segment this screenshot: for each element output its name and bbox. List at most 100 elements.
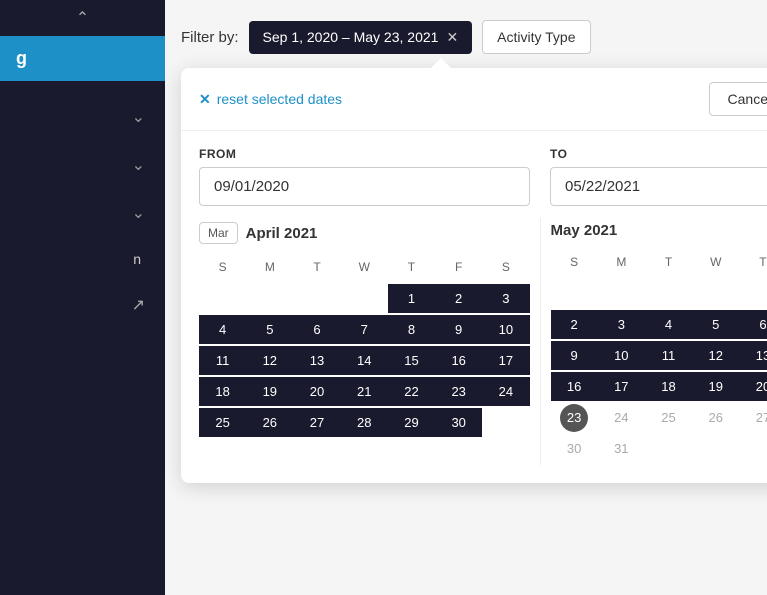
date-range-close-icon[interactable]: ✕ bbox=[446, 29, 458, 46]
chevron-down-icon-2: ⌄ bbox=[132, 155, 145, 175]
reset-dates-link[interactable]: ✕ reset selected dates bbox=[199, 91, 342, 108]
right-day-30[interactable]: 30 bbox=[551, 434, 598, 463]
left-day-empty-end bbox=[482, 408, 529, 437]
right-dow-row: S M T W T F S bbox=[551, 251, 767, 273]
left-day-5[interactable]: 5 bbox=[246, 315, 293, 344]
dow-t1: T bbox=[293, 256, 340, 278]
to-date-input[interactable] bbox=[550, 167, 767, 206]
left-day-10[interactable]: 10 bbox=[482, 315, 529, 344]
right-day-10[interactable]: 10 bbox=[598, 341, 645, 370]
left-day-23[interactable]: 23 bbox=[435, 377, 482, 406]
right-day-2[interactable]: 2 bbox=[551, 310, 598, 339]
right-week-5: 23 24 25 26 27 28 29 bbox=[551, 403, 767, 432]
right-day-11[interactable]: 11 bbox=[645, 341, 692, 370]
left-day-empty-3 bbox=[293, 284, 340, 313]
right-day-31[interactable]: 31 bbox=[598, 434, 645, 463]
calendars-section: Mar April 2021 S M T W T F S bbox=[181, 218, 767, 483]
left-day-28[interactable]: 28 bbox=[341, 408, 388, 437]
left-week-5: 25 26 27 28 29 30 bbox=[199, 408, 530, 437]
right-day-23[interactable]: 23 bbox=[551, 403, 598, 432]
rdow-t2: T bbox=[739, 251, 767, 273]
left-day-20[interactable]: 20 bbox=[293, 377, 340, 406]
right-cal-grid: S M T W T F S bbox=[551, 251, 767, 463]
sidebar-nav-item-2[interactable]: ⌄ bbox=[0, 141, 165, 189]
rdow-t1: T bbox=[645, 251, 692, 273]
left-day-29[interactable]: 29 bbox=[388, 408, 435, 437]
right-day-19[interactable]: 19 bbox=[692, 372, 739, 401]
right-week-3: 9 10 11 12 13 14 15 bbox=[551, 341, 767, 370]
activity-type-button[interactable]: Activity Type bbox=[482, 20, 590, 54]
left-day-9[interactable]: 9 bbox=[435, 315, 482, 344]
left-day-17[interactable]: 17 bbox=[482, 346, 529, 375]
left-dow-row: S M T W T F S bbox=[199, 256, 530, 278]
dow-s1: S bbox=[199, 256, 246, 278]
right-day-4[interactable]: 4 bbox=[645, 310, 692, 339]
sidebar-external-link[interactable]: ↗ bbox=[0, 281, 165, 329]
from-date-input[interactable] bbox=[199, 167, 530, 206]
right-day-17[interactable]: 17 bbox=[598, 372, 645, 401]
right-day-12[interactable]: 12 bbox=[692, 341, 739, 370]
left-day-14[interactable]: 14 bbox=[341, 346, 388, 375]
left-day-21[interactable]: 21 bbox=[341, 377, 388, 406]
right-day-3[interactable]: 3 bbox=[598, 310, 645, 339]
right-day-25[interactable]: 25 bbox=[645, 403, 692, 432]
popup-actions: Cancel Apply bbox=[709, 82, 767, 116]
left-day-19[interactable]: 19 bbox=[246, 377, 293, 406]
prev-month-button[interactable]: Mar bbox=[199, 222, 238, 244]
right-calendar: May 2021 S M T W T F S bbox=[541, 218, 767, 465]
dow-w1: W bbox=[341, 256, 388, 278]
label-n: n bbox=[133, 251, 141, 267]
left-day-27[interactable]: 27 bbox=[293, 408, 340, 437]
left-day-24[interactable]: 24 bbox=[482, 377, 529, 406]
rdow-w1: W bbox=[692, 251, 739, 273]
left-day-22[interactable]: 22 bbox=[388, 377, 435, 406]
sidebar-collapse-arrow[interactable]: ⌃ bbox=[0, 0, 165, 36]
main-area: Filter by: Sep 1, 2020 – May 23, 2021 ✕ … bbox=[165, 0, 767, 595]
left-day-6[interactable]: 6 bbox=[293, 315, 340, 344]
from-date-group: FROM bbox=[199, 147, 530, 206]
right-day-20[interactable]: 20 bbox=[739, 372, 767, 401]
date-range-badge[interactable]: Sep 1, 2020 – May 23, 2021 ✕ bbox=[249, 21, 473, 54]
right-day-16[interactable]: 16 bbox=[551, 372, 598, 401]
dow-f1: F bbox=[435, 256, 482, 278]
left-day-3[interactable]: 3 bbox=[482, 284, 529, 313]
right-week-2: 2 3 4 5 6 7 8 bbox=[551, 310, 767, 339]
left-week-2: 4 5 6 7 8 9 10 bbox=[199, 315, 530, 344]
right-day-6[interactable]: 6 bbox=[739, 310, 767, 339]
left-day-7[interactable]: 7 bbox=[341, 315, 388, 344]
left-day-15[interactable]: 15 bbox=[388, 346, 435, 375]
left-day-13[interactable]: 13 bbox=[293, 346, 340, 375]
calendar-popup: ✕ reset selected dates Cancel Apply FROM… bbox=[181, 68, 767, 483]
right-day-5[interactable]: 5 bbox=[692, 310, 739, 339]
left-day-16[interactable]: 16 bbox=[435, 346, 482, 375]
to-date-group: TO bbox=[550, 147, 767, 206]
sidebar-nav-item-3[interactable]: ⌄ bbox=[0, 189, 165, 237]
left-day-30[interactable]: 30 bbox=[435, 408, 482, 437]
left-day-18[interactable]: 18 bbox=[199, 377, 246, 406]
rdow-s1: S bbox=[551, 251, 598, 273]
left-day-12[interactable]: 12 bbox=[246, 346, 293, 375]
left-day-8[interactable]: 8 bbox=[388, 315, 435, 344]
reset-dates-label: reset selected dates bbox=[217, 91, 342, 107]
left-day-empty-2 bbox=[246, 284, 293, 313]
right-day-26[interactable]: 26 bbox=[692, 403, 739, 432]
cancel-button[interactable]: Cancel bbox=[709, 82, 767, 116]
sidebar-nav-item-1[interactable]: ⌄ bbox=[0, 93, 165, 141]
left-day-1[interactable]: 1 bbox=[388, 284, 435, 313]
dow-m1: M bbox=[246, 256, 293, 278]
right-day-27[interactable]: 27 bbox=[739, 403, 767, 432]
left-day-2[interactable]: 2 bbox=[435, 284, 482, 313]
right-day-13[interactable]: 13 bbox=[739, 341, 767, 370]
right-day-24[interactable]: 24 bbox=[598, 403, 645, 432]
sidebar-brand: g bbox=[0, 36, 165, 81]
dow-t2: T bbox=[388, 256, 435, 278]
left-day-4[interactable]: 4 bbox=[199, 315, 246, 344]
sidebar-nav-item-n[interactable]: n bbox=[0, 237, 165, 281]
left-day-25[interactable]: 25 bbox=[199, 408, 246, 437]
right-week-4: 16 17 18 19 20 21 22 bbox=[551, 372, 767, 401]
left-day-11[interactable]: 11 bbox=[199, 346, 246, 375]
right-day-18[interactable]: 18 bbox=[645, 372, 692, 401]
right-week-1: 1 bbox=[551, 279, 767, 308]
right-day-9[interactable]: 9 bbox=[551, 341, 598, 370]
left-day-26[interactable]: 26 bbox=[246, 408, 293, 437]
